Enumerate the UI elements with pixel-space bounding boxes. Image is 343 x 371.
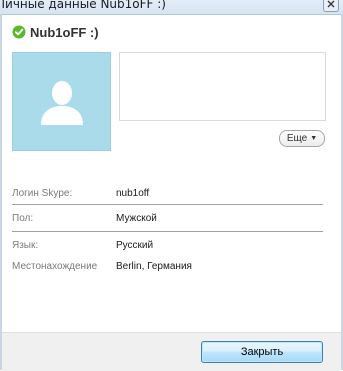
info-label-language: Язык: <box>12 240 39 251</box>
more-button[interactable]: Еще ▼ <box>279 130 325 147</box>
info-label-location: Местонахождение <box>12 261 98 272</box>
window-titlebar: Личные данные Nub1oFF :) <box>0 0 343 15</box>
window-close-button[interactable] <box>323 0 339 12</box>
info-label-gender: Пол: <box>12 213 34 224</box>
info-value-gender: Мужской <box>116 213 157 224</box>
info-value-location: Berlin, Германия <box>116 261 192 272</box>
profile-display-name: Nub1oFF :) <box>30 25 99 40</box>
close-button-label: Закрыть <box>240 346 284 358</box>
close-button[interactable]: Закрыть <box>201 341 323 363</box>
online-check-icon <box>12 25 26 39</box>
info-label-login: Логин Skype: <box>12 188 73 199</box>
divider <box>12 204 323 205</box>
window-border-left <box>0 14 2 370</box>
info-value-login: nub1off <box>116 188 150 199</box>
default-avatar-icon <box>41 81 83 125</box>
chevron-down-icon: ▼ <box>310 135 318 142</box>
info-value-language: Русский <box>116 240 154 251</box>
more-button-label: Еще <box>286 133 308 144</box>
avatar <box>12 52 111 151</box>
close-icon <box>327 0 335 8</box>
mood-message-box <box>119 52 326 121</box>
divider <box>12 231 323 232</box>
window-title: Личные данные Nub1oFF :) <box>0 0 166 11</box>
